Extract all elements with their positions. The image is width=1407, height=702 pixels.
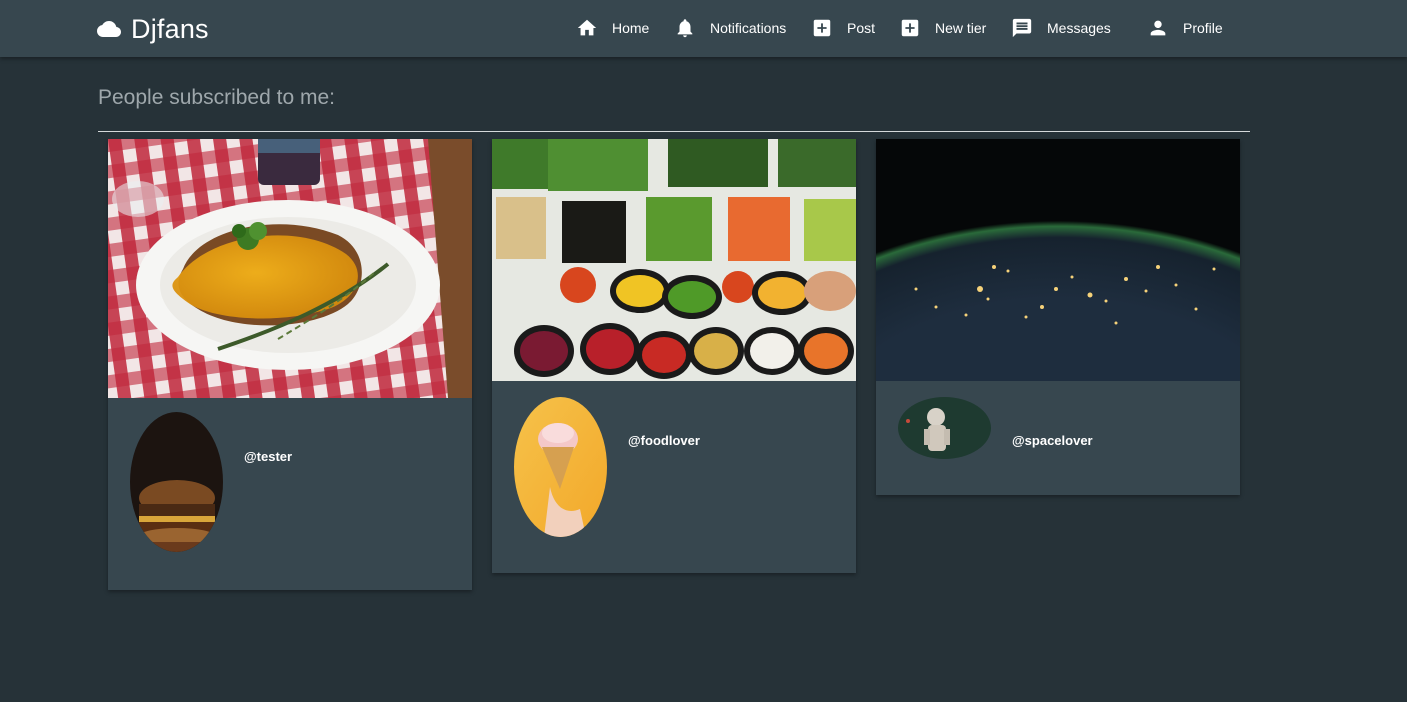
subscriber-username[interactable]: @foodlover xyxy=(628,433,700,448)
subscriber-username[interactable]: @tester xyxy=(244,449,292,464)
subscriber-card[interactable]: @spacelover xyxy=(876,139,1240,495)
subscriber-username[interactable]: @spacelover xyxy=(1012,433,1093,448)
burger-avatar-image xyxy=(130,412,223,552)
message-icon xyxy=(1012,18,1032,38)
cover-image xyxy=(492,139,856,381)
title-divider xyxy=(98,131,1250,132)
nav-post[interactable]: Post xyxy=(811,16,875,40)
bell-icon xyxy=(677,19,693,38)
home-icon xyxy=(577,19,597,36)
ice-cream-avatar-image xyxy=(514,397,607,537)
top-navbar: Djfans Home Notifications Post New tier … xyxy=(0,0,1407,57)
page-title: People subscribed to me: xyxy=(98,86,335,109)
subscriber-card[interactable]: @foodlover xyxy=(492,139,856,573)
person-icon xyxy=(1150,20,1166,36)
plated-food-image xyxy=(108,139,472,398)
nav-new-tier-label: New tier xyxy=(935,20,987,36)
nav-new-tier[interactable]: New tier xyxy=(899,16,986,40)
avatar[interactable] xyxy=(898,397,991,459)
nav-post-label: Post xyxy=(847,20,876,36)
nav-profile[interactable]: Profile xyxy=(1147,16,1223,40)
nav-links: Home Notifications Post New tier Message… xyxy=(0,0,1407,57)
salad-bar-image xyxy=(492,139,856,381)
card-body: @foodlover xyxy=(492,381,856,573)
avatar[interactable] xyxy=(130,412,223,552)
earth-at-night-image xyxy=(876,139,1240,381)
nav-home[interactable]: Home xyxy=(576,16,649,40)
avatar[interactable] xyxy=(514,397,607,537)
nav-profile-label: Profile xyxy=(1183,20,1223,36)
add-box-icon xyxy=(901,19,919,37)
cover-image xyxy=(876,139,1240,381)
nav-messages-label: Messages xyxy=(1047,20,1111,36)
cover-image xyxy=(108,139,472,398)
add-box-icon xyxy=(813,19,831,37)
nav-notifications-label: Notifications xyxy=(710,20,787,36)
astronaut-avatar-image xyxy=(898,397,991,459)
nav-messages[interactable]: Messages xyxy=(1011,16,1111,40)
subscriber-card[interactable]: @tester xyxy=(108,139,472,590)
nav-home-label: Home xyxy=(612,20,650,36)
card-body: @spacelover xyxy=(876,381,1240,495)
nav-notifications[interactable]: Notifications xyxy=(674,16,786,40)
card-body: @tester xyxy=(108,398,472,590)
